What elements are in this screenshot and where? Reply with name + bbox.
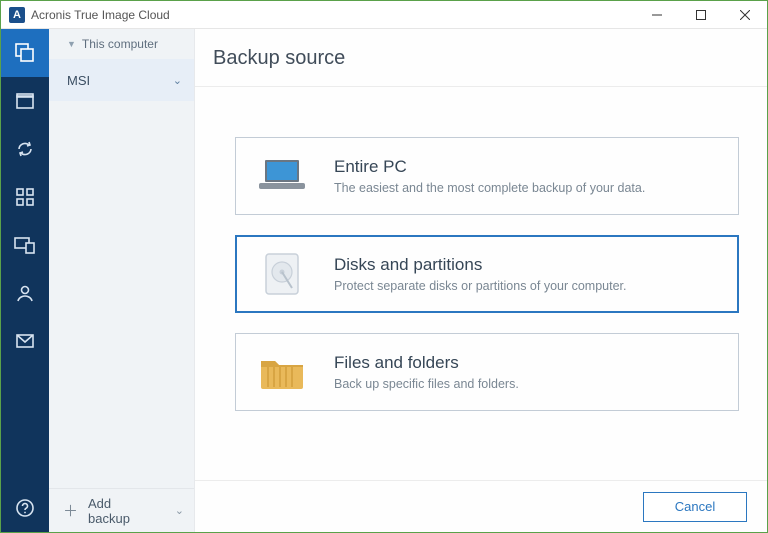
sidebar-group-label: This computer [82,37,158,51]
window-close-button[interactable] [723,1,767,29]
folder-icon [254,348,310,396]
nav-archive[interactable] [1,77,49,125]
add-backup-button[interactable]: ＋ Add backup ⌄ [49,488,194,532]
sidebar-item-device[interactable]: MSI ⌄ [49,59,194,101]
sync-icon [15,139,35,159]
add-backup-label: Add backup [88,496,155,526]
devices-icon [14,235,36,255]
nav-backup[interactable] [1,29,49,77]
footer: Cancel [195,480,767,532]
window-minimize-button[interactable] [635,1,679,29]
main-panel: Backup source Entire PC The easiest and … [195,29,767,532]
option-files-folders[interactable]: Files and folders Back up specific files… [235,333,739,411]
maximize-icon [696,10,706,20]
option-title: Entire PC [334,157,645,177]
nav-devices[interactable] [1,221,49,269]
option-title: Disks and partitions [334,255,627,275]
close-icon [740,10,750,20]
option-desc: The easiest and the most complete backup… [334,181,645,195]
option-title: Files and folders [334,353,519,373]
sidebar-group[interactable]: ▼ This computer [49,29,194,59]
person-icon [15,283,35,303]
app-title: Acronis True Image Cloud [31,8,170,22]
laptop-icon [254,152,310,200]
main-header: Backup source [195,29,767,87]
title-bar: A Acronis True Image Cloud [1,1,767,29]
nav-rail [1,29,49,532]
disk-icon [254,250,310,298]
nav-account[interactable] [1,269,49,317]
sidebar: ▼ This computer MSI ⌄ ＋ Add backup ⌄ [49,29,195,532]
nav-sync[interactable] [1,125,49,173]
plus-icon: ＋ [63,500,78,521]
option-entire-pc[interactable]: Entire PC The easiest and the most compl… [235,137,739,215]
nav-messages[interactable] [1,317,49,365]
grid-icon [16,188,34,206]
options-list: Entire PC The easiest and the most compl… [195,87,767,480]
chevron-down-icon: ⌄ [173,74,182,87]
option-disks-partitions[interactable]: Disks and partitions Protect separate di… [235,235,739,313]
window-maximize-button[interactable] [679,1,723,29]
sidebar-item-label: MSI [67,73,90,88]
help-icon [15,498,35,518]
option-desc: Back up specific files and folders. [334,377,519,391]
cancel-button[interactable]: Cancel [643,492,747,522]
mail-icon [15,331,35,351]
chevron-down-icon: ⌄ [175,504,184,517]
page-title: Backup source [213,47,767,70]
archive-icon [15,91,35,111]
app-window: A Acronis True Image Cloud [0,0,768,533]
nav-help[interactable] [1,484,49,532]
backup-icon [14,42,36,64]
nav-dashboard[interactable] [1,173,49,221]
app-icon: A [9,7,25,23]
minimize-icon [652,10,662,20]
triangle-down-icon: ▼ [67,39,76,49]
option-desc: Protect separate disks or partitions of … [334,279,627,293]
